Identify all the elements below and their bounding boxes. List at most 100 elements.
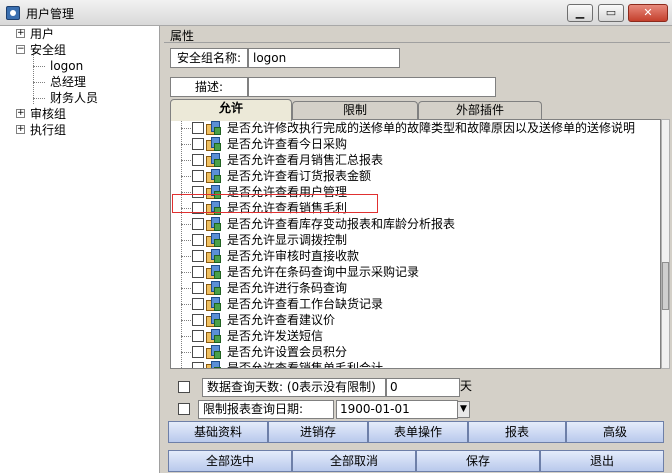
permission-checkbox[interactable] [192,138,204,150]
permission-checkbox[interactable] [192,314,204,326]
category-inventory-button[interactable]: 进销存 [268,421,368,443]
permission-list-scrollbar[interactable] [661,119,670,369]
permission-icon [206,361,222,368]
exit-button[interactable]: 退出 [540,450,664,472]
description-label: 描述: [170,77,248,97]
collapse-icon[interactable]: − [16,45,25,54]
permission-list[interactable]: 是否允许修改执行完成的送修单的故障类型和故障原因以及送修单的送修说明 是否允许查看… [170,119,661,369]
permission-label: 是否允许在条码查询中显示采购记录 [227,265,420,279]
permission-checkbox[interactable] [192,234,204,246]
permission-label: 是否允许发送短信 [227,329,324,343]
report-date-row: 限制报表查询日期: 1900-01-01 ▼ [170,398,670,420]
permission-icon [206,217,222,232]
permission-row[interactable]: 是否允许在条码查询中显示采购记录 [171,256,651,280]
category-advanced-button[interactable]: 高级 [566,421,664,443]
permission-checkbox[interactable] [192,346,204,358]
permission-label: 是否允许修改执行完成的送修单的故障类型和故障原因以及送修单的送修说明 [227,121,636,135]
permission-row[interactable]: 是否允许查看建议价 [171,304,651,328]
permission-icon [206,249,222,264]
query-days-unit: 天 [460,379,473,393]
permission-label: 是否允许审核时直接收款 [227,249,360,263]
tree-node-general-manager[interactable]: 总经理 [50,74,86,90]
query-days-checkbox[interactable] [178,381,190,393]
highlight-annotation-box [172,194,378,213]
permission-checkbox[interactable] [192,266,204,278]
permission-row[interactable]: 是否允许审核时直接收款 [171,240,651,264]
group-name-field[interactable]: logon [248,48,400,68]
permission-row[interactable]: 是否允许查看工作台缺货记录 [171,288,651,312]
tree-node-finance-staff[interactable]: 财务人员 [50,90,98,106]
save-button[interactable]: 保存 [416,450,540,472]
expand-icon[interactable]: + [16,109,25,118]
security-tree[interactable]: + 用户 − 安全组 logon 总经理 财务人员 + 审核组 + 执行组 [0,26,160,473]
expand-icon[interactable]: + [16,29,25,38]
permission-label: 是否允许查看销售单毛利合计 [227,361,384,369]
tab-allow[interactable]: 允许 [170,99,292,121]
category-reports-button[interactable]: 报表 [468,421,566,443]
permission-icon [206,265,222,280]
permission-label: 是否允许查看工作台缺货记录 [227,297,384,311]
permission-checkbox[interactable] [192,298,204,310]
permission-row[interactable]: 是否允许查看订货报表金额 [171,160,651,184]
permission-label: 是否允许设置会员积分 [227,345,348,359]
report-date-checkbox[interactable] [178,403,190,415]
permission-checkbox[interactable] [192,250,204,262]
permission-row[interactable]: 是否允许查看月销售汇总报表 [171,144,651,168]
title-bar: 用户管理 ▁ ▭ ✕ [0,0,672,26]
query-days-row: 数据查询天数: (0表示没有限制) 0 天 [170,376,670,398]
report-date-input[interactable]: 1900-01-01 [336,400,458,419]
report-date-label: 限制报表查询日期: [198,400,334,419]
close-button[interactable]: ✕ [628,4,668,22]
permission-icon [206,313,222,328]
permission-label: 是否允许进行条码查询 [227,281,348,295]
permission-icon [206,345,222,360]
permission-checkbox[interactable] [192,282,204,294]
group-name-label: 安全组名称: [170,48,248,68]
permission-icon [206,329,222,344]
dropdown-arrow-icon[interactable]: ▼ [457,401,470,418]
permission-checkbox[interactable] [192,330,204,342]
permission-label: 是否允许查看库存变动报表和库龄分析报表 [227,217,456,231]
permission-icon [206,137,222,152]
permission-icon [206,121,222,136]
permission-icon [206,169,222,184]
permission-icon [206,297,222,312]
scrollbar-thumb[interactable] [662,262,669,310]
permission-checkbox[interactable] [192,362,204,368]
category-form-operations-button[interactable]: 表单操作 [368,421,468,443]
description-field[interactable] [248,77,496,97]
expand-icon[interactable]: + [16,125,25,134]
app-icon [6,6,20,20]
minimize-button[interactable]: ▁ [567,4,593,22]
window-title: 用户管理 [26,7,75,21]
permission-row[interactable]: 是否允许进行条码查询 [171,272,651,296]
permission-row[interactable]: 是否允许设置会员积分 [171,336,651,360]
deselect-all-button[interactable]: 全部取消 [292,450,416,472]
query-days-label: 数据查询天数: (0表示没有限制) [202,378,386,397]
permission-checkbox[interactable] [192,154,204,166]
permission-icon [206,281,222,296]
query-days-input[interactable]: 0 [386,378,460,397]
tab-external-plugins[interactable]: 外部插件 [418,101,542,120]
permission-checkbox[interactable] [192,218,204,230]
permission-label: 是否允许查看订货报表金额 [227,169,372,183]
permission-icon [206,153,222,168]
permission-label: 是否允许查看月销售汇总报表 [227,153,384,167]
permission-row[interactable]: 是否允许修改执行完成的送修单的故障类型和故障原因以及送修单的送修说明 [171,120,651,136]
permission-row[interactable]: 是否允许查看今日采购 [171,128,651,152]
restore-button[interactable]: ▭ [598,4,624,22]
permission-checkbox[interactable] [192,170,204,182]
permission-row[interactable]: 是否允许显示调拨控制 [171,224,651,248]
permission-label: 是否允许显示调拨控制 [227,233,348,247]
select-all-button[interactable]: 全部选中 [168,450,292,472]
permission-icon [206,233,222,248]
permission-row[interactable]: 是否允许查看销售单毛利合计 [171,352,651,369]
permission-label: 是否允许查看今日采购 [227,137,348,151]
category-basic-data-button[interactable]: 基础资料 [168,421,268,443]
permission-row[interactable]: 是否允许发送短信 [171,320,651,344]
tab-restrict[interactable]: 限制 [292,101,418,120]
permission-row[interactable]: 是否允许查看库存变动报表和库龄分析报表 [171,208,651,232]
permission-checkbox[interactable] [192,122,204,134]
permission-label: 是否允许查看建议价 [227,313,336,327]
tree-node-logon[interactable]: logon [50,58,83,74]
